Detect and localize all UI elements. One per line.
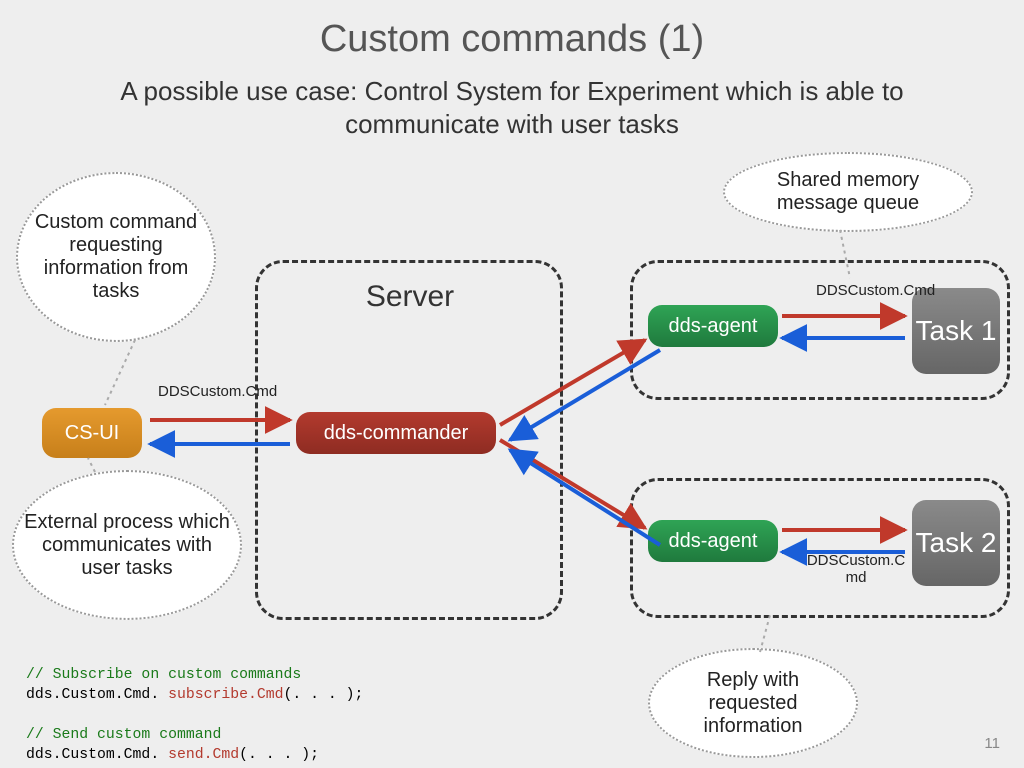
ddscustomcmd-label-left: DDSCustom.Cmd [158, 383, 277, 400]
callout-text: Shared memory message queue [735, 169, 961, 215]
ddscustomcmd-label-top: DDSCustom.Cmd [816, 282, 935, 299]
dds-agent-1-tag: dds-agent [648, 305, 778, 347]
callout-reply: Reply with requested information [648, 648, 858, 758]
code-comment-2: // Send custom command [26, 727, 221, 743]
slide-subtitle: A possible use case: Control System for … [0, 61, 1024, 140]
code-line-4b: (. . . ); [239, 747, 319, 763]
callout-custom-command: Custom command requesting information fr… [16, 172, 216, 342]
code-line-2b: (. . . ); [284, 687, 364, 703]
cs-ui-tag: CS-UI [42, 408, 142, 458]
page-number: 11 [984, 735, 1000, 752]
code-line-4-fn: send.Cmd [168, 747, 239, 763]
task1-tag: Task 1 [912, 288, 1000, 374]
task2-tag: Task 2 [912, 500, 1000, 586]
code-comment-1: // Subscribe on custom commands [26, 667, 301, 683]
code-snippet: // Subscribe on custom commands dds.Cust… [26, 646, 363, 766]
callout-external-process: External process which communicates with… [12, 470, 242, 620]
callout-text: Reply with requested information [660, 669, 846, 738]
code-line-2-fn: subscribe.Cmd [168, 687, 283, 703]
callout-text: External process which communicates with… [24, 511, 230, 580]
code-line-2a: dds.Custom.Cmd. [26, 687, 168, 703]
slide-title: Custom commands (1) [0, 0, 1024, 61]
callout-text: Custom command requesting information fr… [28, 211, 204, 303]
code-line-4a: dds.Custom.Cmd. [26, 747, 168, 763]
callout-shared-memory: Shared memory message queue [723, 152, 973, 232]
dds-commander-tag: dds-commander [296, 412, 496, 454]
server-label: Server [330, 280, 490, 314]
ddscustomcmd-label-bottom: DDSCustom.C md [796, 552, 916, 586]
dds-agent-2-tag: dds-agent [648, 520, 778, 562]
